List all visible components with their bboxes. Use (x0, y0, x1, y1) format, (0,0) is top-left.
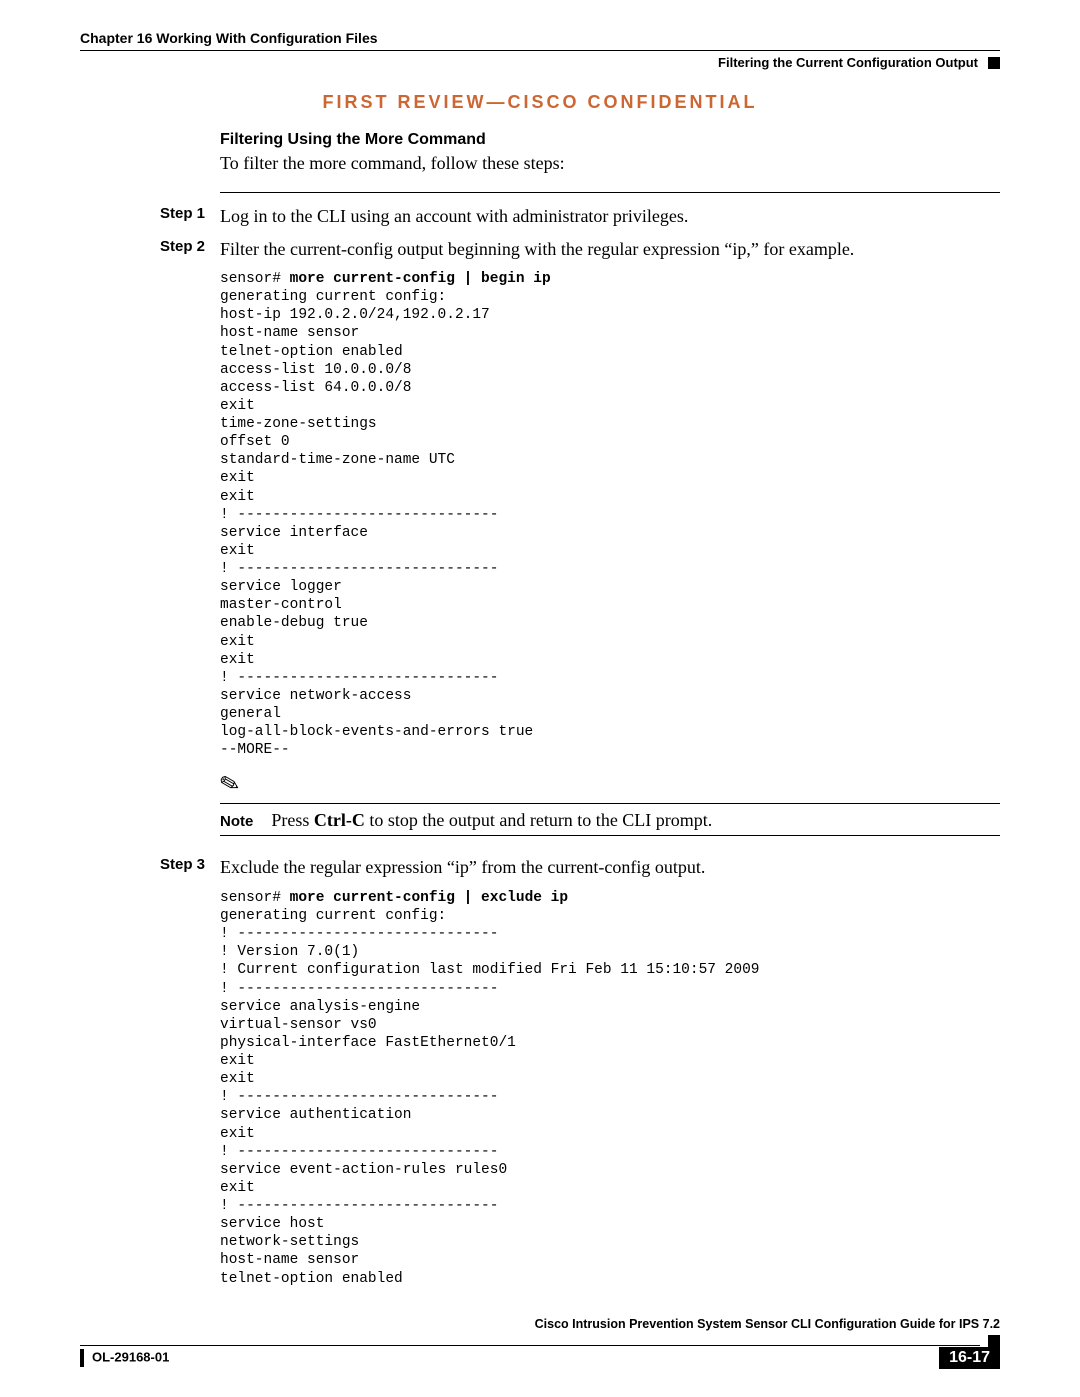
header-right-row: Filtering the Current Configuration Outp… (80, 55, 1000, 70)
footer-page-number: 16-17 (939, 1347, 1000, 1369)
note-key: Ctrl-C (314, 810, 365, 830)
step-1-text: Log in to the CLI using an account with … (220, 205, 688, 228)
note-pre: Press (271, 810, 314, 830)
footer-rule (80, 1345, 980, 1347)
steps-divider (220, 192, 1000, 193)
step-row: Step 2 Filter the current-config output … (160, 238, 1000, 261)
step-3-label: Step 3 (160, 856, 220, 873)
steps-list: Step 1 Log in to the CLI using an accoun… (160, 205, 1000, 1288)
footer-doc-number: OL-29168-01 (80, 1349, 169, 1367)
header-right-text: Filtering the Current Configuration Outp… (718, 55, 978, 70)
header-chapter-left: Chapter 16 Working With Configuration Fi… (80, 30, 1000, 46)
footer-rule-wrap (80, 1335, 1000, 1347)
note-post: to stop the output and return to the CLI… (365, 810, 712, 830)
footer: Cisco Intrusion Prevention System Sensor… (80, 1321, 1000, 1369)
note-row: Note Press Ctrl-C to stop the output and… (220, 810, 1000, 831)
step-2-text: Filter the current-config output beginni… (220, 238, 854, 261)
section-heading: Filtering Using the More Command (220, 131, 1000, 149)
note-text: Press Ctrl-C to stop the output and retu… (271, 810, 712, 831)
page: Chapter 16 Working With Configuration Fi… (0, 0, 1080, 1397)
step-1-label: Step 1 (160, 205, 220, 222)
code-command: more current-config | exclude ip (290, 890, 568, 906)
note-block: ✎ Note Press Ctrl-C to stop the output a… (220, 773, 1000, 836)
note-label: Note (220, 813, 253, 830)
code-output: generating current config: host-ip 192.0… (220, 289, 533, 758)
step-3-text: Exclude the regular expression “ip” from… (220, 856, 705, 879)
header-marker-icon (988, 57, 1000, 69)
note-rule-top (220, 803, 1000, 804)
note-rule-bottom (220, 835, 1000, 836)
content-column: Filtering Using the More Command To filt… (220, 131, 1000, 1288)
step-row: Step 3 Exclude the regular expression “i… (160, 856, 1000, 879)
code-prompt: sensor# (220, 271, 290, 287)
footer-marker-icon (988, 1335, 1000, 1347)
note-pencil-icon: ✎ (217, 771, 243, 799)
confidential-banner: FIRST REVIEW—CISCO CONFIDENTIAL (80, 92, 1000, 113)
step-row: Step 1 Log in to the CLI using an accoun… (160, 205, 1000, 228)
code-block-begin-ip: sensor# more current-config | begin ip g… (220, 270, 1000, 759)
footer-guide-title: Cisco Intrusion Prevention System Sensor… (80, 1317, 1000, 1331)
step-2-label: Step 2 (160, 238, 220, 255)
code-output: generating current config: ! -----------… (220, 908, 760, 1287)
code-prompt: sensor# (220, 890, 290, 906)
code-block-exclude-ip: sensor# more current-config | exclude ip… (220, 889, 1000, 1288)
section-intro: To filter the more command, follow these… (220, 153, 1000, 174)
footer-bar-row: OL-29168-01 16-17 (80, 1347, 1000, 1369)
header-rule (80, 50, 1000, 51)
code-command: more current-config | begin ip (290, 271, 551, 287)
step-2-body: sensor# more current-config | begin ip g… (220, 270, 1000, 836)
step-3-body: sensor# more current-config | exclude ip… (220, 889, 1000, 1288)
